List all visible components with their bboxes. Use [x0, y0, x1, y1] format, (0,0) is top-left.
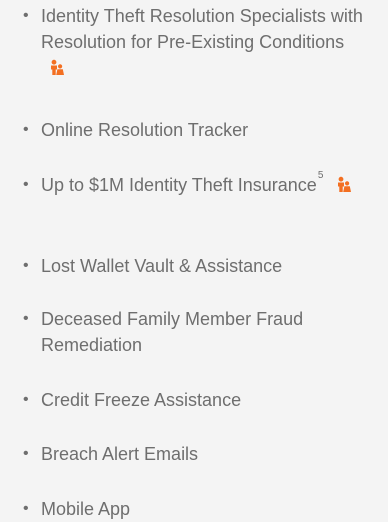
feature-item-label: Credit Freeze Assistance — [41, 390, 242, 410]
feature-item-label: Mobile App — [41, 499, 131, 519]
feature-item-label: Lost Wallet Vault & Assistance — [41, 256, 283, 276]
bullet-icon: • — [23, 500, 29, 517]
feature-item-identity-theft-insurance: • Up to $1M Identity Theft Insurance5 — [23, 170, 373, 198]
feature-item-identity-theft-specialists: • Identity Theft Resolution Specialists … — [23, 3, 373, 81]
feature-item-label: Deceased Family Member Fraud Remediation — [41, 309, 304, 355]
feature-item-label: Breach Alert Emails — [41, 444, 199, 464]
feature-item-label: Up to $1M Identity Theft Insurance — [41, 175, 317, 195]
family-icon — [49, 58, 65, 76]
feature-item-label: Online Resolution Tracker — [41, 120, 249, 140]
bullet-icon: • — [23, 445, 29, 462]
bullet-icon: • — [23, 257, 29, 274]
feature-item-online-resolution-tracker: • Online Resolution Tracker — [23, 117, 373, 143]
bullet-icon: • — [23, 176, 29, 193]
feature-item-credit-freeze-assistance: • Credit Freeze Assistance — [23, 387, 373, 413]
feature-item-deceased-family-member-fraud: • Deceased Family Member Fraud Remediati… — [23, 306, 373, 358]
feature-item-breach-alert-emails: • Breach Alert Emails — [23, 441, 373, 467]
footnote-marker: 5 — [317, 170, 324, 181]
feature-item-lost-wallet-vault: • Lost Wallet Vault & Assistance — [23, 253, 373, 279]
family-icon — [336, 175, 352, 193]
bullet-icon: • — [23, 391, 29, 408]
bullet-icon: • — [23, 310, 29, 327]
bullet-icon: • — [23, 7, 29, 24]
bullet-icon: • — [23, 121, 29, 138]
feature-item-label: Identity Theft Resolution Specialists wi… — [41, 6, 363, 52]
feature-item-mobile-app: • Mobile App — [23, 496, 373, 522]
